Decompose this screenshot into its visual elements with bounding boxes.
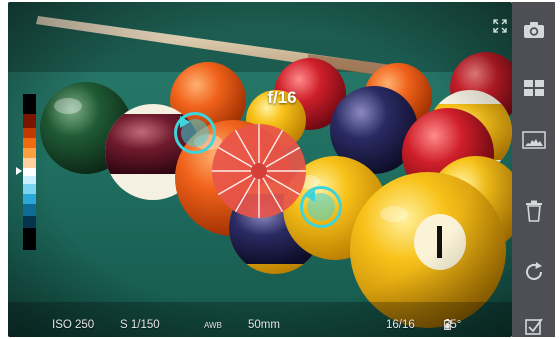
- battery-icon: [444, 319, 451, 330]
- checkbox-icon: [524, 318, 543, 335]
- histogram-button[interactable]: [512, 122, 555, 158]
- aperture-dial[interactable]: [212, 124, 306, 218]
- battery-status: 35°: [444, 319, 461, 331]
- focus-target-right[interactable]: [300, 186, 342, 228]
- camera-app: f/16 ISO 250 S 1/150 AWB 50mm 16/16 35°: [0, 0, 560, 339]
- histogram-icon: [521, 131, 546, 149]
- trash-icon: [525, 200, 542, 222]
- exposure-meter[interactable]: [23, 94, 36, 250]
- play-left-icon: [305, 190, 315, 202]
- rotate-button[interactable]: [512, 254, 555, 290]
- delete-button[interactable]: [512, 193, 555, 229]
- shot-counter: 16/16: [386, 319, 415, 331]
- white-balance-readout[interactable]: AWB: [204, 321, 222, 330]
- rotate-icon: [525, 262, 542, 280]
- camera-icon: [523, 22, 544, 38]
- right-toolbar: [512, 2, 555, 337]
- focal-length-readout: 50mm: [248, 319, 280, 331]
- capture-button[interactable]: [512, 12, 555, 48]
- shutter-readout[interactable]: S 1/150: [120, 319, 160, 331]
- select-button[interactable]: [512, 308, 555, 339]
- grid-button[interactable]: [512, 70, 555, 106]
- iso-readout[interactable]: ISO 250: [52, 319, 94, 331]
- viewfinder[interactable]: f/16 ISO 250 S 1/150 AWB 50mm 16/16 35°: [8, 2, 512, 337]
- aperture-value: f/16: [267, 88, 297, 107]
- focus-target-left[interactable]: [174, 112, 216, 154]
- grid-icon: [523, 80, 544, 96]
- scene-pool-balls: [8, 2, 512, 337]
- play-right-icon: [180, 116, 190, 128]
- expand-icon[interactable]: [492, 18, 508, 34]
- exposure-marker: [16, 167, 22, 175]
